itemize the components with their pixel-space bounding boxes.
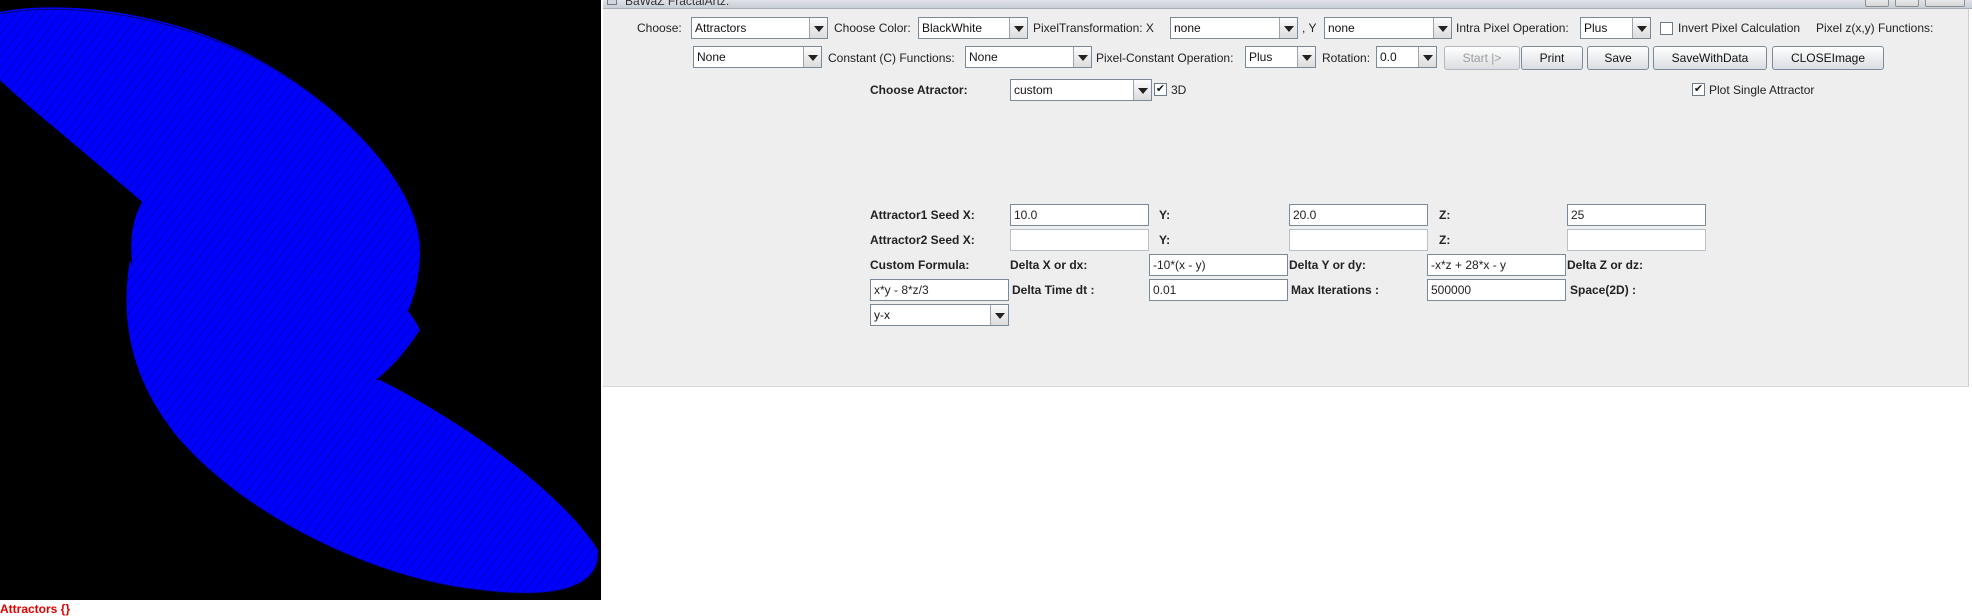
chevron-down-icon [1133,80,1151,100]
delta-x-input[interactable]: -10*(x - y) [1149,254,1288,276]
choose-attractor-dropdown[interactable]: custom [1010,79,1152,101]
pixel-transformation-y-dropdown[interactable]: none [1324,17,1452,39]
chevron-down-icon [1418,47,1436,67]
seed1-z-label: Z: [1439,208,1451,222]
delta-y-label: Delta Y or dy: [1289,258,1366,272]
chevron-down-icon [809,18,827,38]
pixel-transformation-y-label: , Y [1302,21,1317,35]
seed2-z-input[interactable] [1567,229,1706,251]
pixel-constant-dropdown[interactable]: Plus [1245,46,1316,68]
constant-functions-label: Constant (C) Functions: [828,51,955,65]
maximize-button[interactable] [1895,0,1919,7]
pixel-transformation-label: PixelTransformation: X [1033,21,1154,35]
attractor-plot [0,7,599,594]
pixel-transformation-x-dropdown[interactable]: none [1170,17,1298,39]
rotation-dropdown[interactable]: 0.0 [1376,46,1437,68]
invert-pixel-checkbox[interactable] [1660,22,1673,35]
start-button[interactable]: Start |> [1444,46,1520,70]
intra-pixel-dropdown[interactable]: Plus [1580,17,1651,39]
delta-z-label: Delta Z or dz: [1567,258,1644,272]
invert-pixel-label: Invert Pixel Calculation [1678,21,1801,35]
window-title: BaWaZ FractalArtz: [625,0,730,8]
delta-time-input[interactable]: 0.01 [1149,279,1288,301]
intra-pixel-label: Intra Pixel Operation: [1456,21,1569,35]
chevron-down-icon [1279,18,1297,38]
minimize-button[interactable] [1865,0,1889,7]
pixel-functions-dropdown[interactable]: None [693,46,822,68]
seed1-y-input[interactable]: 20.0 [1289,204,1428,226]
choose-attractor-label: Choose Atractor: [870,83,968,97]
chevron-down-icon [1009,18,1027,38]
choose-label: Choose: [637,21,682,35]
choose-color-label: Choose Color: [834,21,911,35]
three-d-checkbox[interactable]: ✔ [1154,83,1167,96]
print-button[interactable]: Print [1521,46,1583,70]
attractor2-seed-label: Attractor2 Seed X: [870,233,975,247]
pixel-functions-label: Pixel z(x,y) Functions: [1816,21,1934,35]
choose-dropdown[interactable]: Attractors [691,17,828,39]
controls-panel: Choose: Attractors Choose Color: BlackWh… [603,9,1969,387]
rotation-label: Rotation: [1322,51,1371,65]
chevron-down-icon [1632,18,1650,38]
max-iterations-input[interactable]: 500000 [1427,279,1566,301]
space-label: Space(2D) : [1570,283,1637,297]
chevron-down-icon [803,47,821,67]
plot-single-checkbox[interactable]: ✔ [1692,83,1705,96]
chevron-down-icon [1297,47,1315,67]
chevron-down-icon [1433,18,1451,38]
window-titlebar[interactable]: BaWaZ FractalArtz: [603,0,1972,9]
save-button[interactable]: Save [1587,46,1649,70]
seed1-z-input[interactable]: 25 [1567,204,1706,226]
space-dropdown[interactable]: y-x [870,304,1009,326]
close-window-button[interactable] [1925,0,1965,7]
delta-x-label: Delta X or dx: [1010,258,1088,272]
three-d-label: 3D [1171,83,1187,97]
custom-formula-label: Custom Formula: [870,258,970,272]
attractor-canvas [0,0,601,600]
seed2-z-label: Z: [1439,233,1451,247]
attractor1-seed-label: Attractor1 Seed X: [870,208,975,222]
pixel-constant-label: Pixel-Constant Operation: [1096,51,1234,65]
save-with-data-button[interactable]: SaveWithData [1653,46,1767,70]
seed2-y-label: Y: [1159,233,1171,247]
delta-z-input[interactable]: x*y - 8*z/3 [870,279,1009,301]
delta-time-label: Delta Time dt : [1012,283,1095,297]
choose-color-dropdown[interactable]: BlackWhite [918,17,1028,39]
constant-functions-dropdown[interactable]: None [965,46,1092,68]
seed1-y-label: Y: [1159,208,1171,222]
close-image-button[interactable]: CLOSEImage [1772,46,1884,70]
app-icon [607,0,617,5]
seed2-x-input[interactable] [1010,229,1149,251]
chevron-down-icon [990,305,1008,325]
delta-y-input[interactable]: -x*z + 28*x - y [1427,254,1566,276]
chevron-down-icon [1073,47,1091,67]
status-caption: Attractors {} [0,602,71,616]
plot-single-label: Plot Single Attractor [1709,83,1815,97]
max-iterations-label: Max Iterations : [1291,283,1380,297]
seed1-x-input[interactable]: 10.0 [1010,204,1149,226]
seed2-y-input[interactable] [1289,229,1428,251]
